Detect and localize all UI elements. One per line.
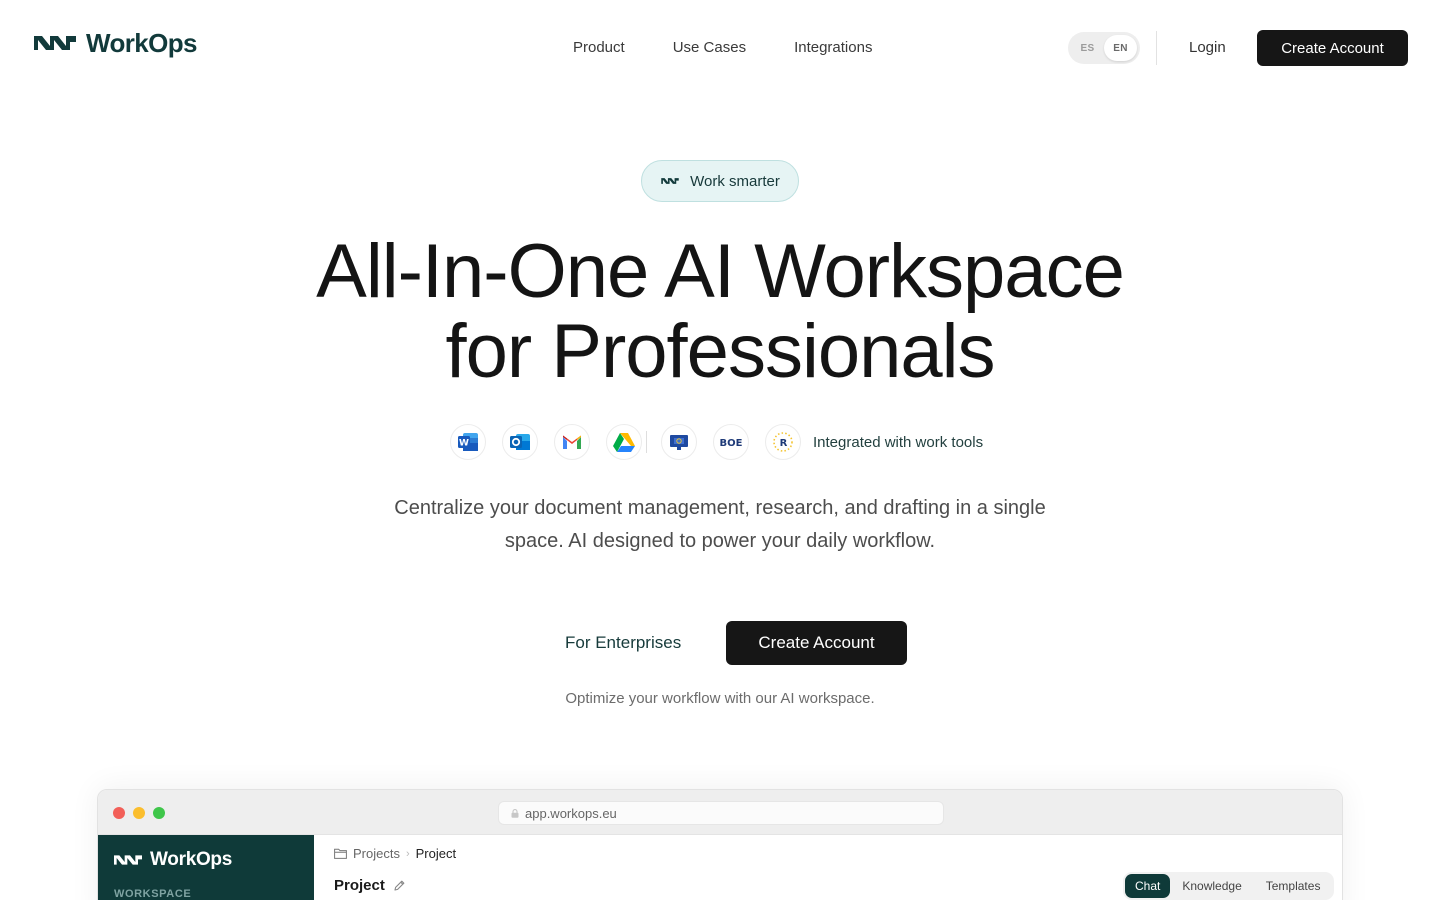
workops-logo-icon xyxy=(114,855,142,865)
language-option-en[interactable]: EN xyxy=(1104,35,1137,61)
language-option-es[interactable]: ES xyxy=(1071,35,1104,61)
chevron-right-icon: › xyxy=(405,847,410,860)
integrations-row: W BOE R Integrated with work tools xyxy=(450,424,983,460)
tab-knowledge[interactable]: Knowledge xyxy=(1170,874,1253,898)
work-smarter-badge: Work smarter xyxy=(641,160,799,202)
boe-icon: BOE xyxy=(713,424,749,460)
language-toggle: ES EN xyxy=(1068,32,1140,64)
svg-text:BOE: BOE xyxy=(720,438,743,449)
sidebar-brand: WorkOps xyxy=(112,849,232,871)
address-url: app.workops.eu xyxy=(525,805,617,821)
integrations-divider xyxy=(646,431,647,453)
integrations-label: Integrated with work tools xyxy=(813,433,984,451)
google-drive-icon xyxy=(606,424,642,460)
sidebar-brand-name: WorkOps xyxy=(150,849,233,870)
edit-pencil-icon[interactable] xyxy=(393,879,406,892)
hero-note: Optimize your workflow with our AI works… xyxy=(565,690,875,707)
sidebar-section-label: WORKSPACE xyxy=(114,888,192,900)
workops-logo-icon xyxy=(661,178,679,184)
breadcrumb: Projects › Project xyxy=(334,846,456,861)
project-header: Project xyxy=(334,877,406,894)
word-icon: W xyxy=(450,424,486,460)
outlook-icon xyxy=(502,424,538,460)
hero-title: All-In-One AI Workspace for Professional… xyxy=(0,232,1440,392)
tab-templates[interactable]: Templates xyxy=(1254,874,1333,898)
breadcrumb-projects[interactable]: Projects xyxy=(353,846,400,861)
project-tabs: Chat Knowledge Templates xyxy=(1123,872,1335,900)
hero-subtitle: Centralize your document management, res… xyxy=(394,497,1046,552)
hero-title-line-1: All-In-One AI Workspace xyxy=(316,229,1125,314)
eu-stars-icon: R xyxy=(765,424,801,460)
gmail-icon xyxy=(554,424,590,460)
app-main: Projects › Project Project Chat Knowledg… xyxy=(314,835,1342,900)
nav-create-account-button[interactable]: Create Account xyxy=(1257,30,1408,66)
top-navbar: WorkOps Product Use Cases Integrations E… xyxy=(0,0,1440,96)
svg-text:W: W xyxy=(459,439,469,449)
app-sidebar: WorkOps WORKSPACE xyxy=(98,835,314,900)
nav-divider xyxy=(1156,31,1157,65)
brand-logo[interactable]: WorkOps xyxy=(32,28,198,58)
badge-label: Work smarter xyxy=(690,172,780,190)
main-nav: Product Use Cases Integrations xyxy=(573,38,872,58)
eu-publications-icon xyxy=(661,424,697,460)
breadcrumb-project: Project xyxy=(415,846,457,861)
nav-use-cases[interactable]: Use Cases xyxy=(673,38,746,58)
nav-product[interactable]: Product xyxy=(573,38,625,58)
svg-text:R: R xyxy=(780,438,788,449)
for-enterprises-link[interactable]: For Enterprises xyxy=(565,632,681,654)
folder-icon xyxy=(334,848,347,859)
brand-name: WorkOps xyxy=(86,28,198,58)
window-maximize-dot xyxy=(153,807,165,819)
workops-logo-icon xyxy=(34,36,76,50)
window-minimize-dot xyxy=(133,807,145,819)
login-link[interactable]: Login xyxy=(1189,38,1226,58)
app-preview-window: app.workops.eu WorkOps WORKSPACE Project… xyxy=(97,789,1343,900)
address-bar: app.workops.eu xyxy=(498,801,944,825)
window-close-dot xyxy=(113,807,125,819)
hero-create-account-button[interactable]: Create Account xyxy=(726,621,907,665)
hero-title-line-2: for Professionals xyxy=(445,309,995,394)
window-titlebar: app.workops.eu xyxy=(98,790,1342,835)
nav-integrations[interactable]: Integrations xyxy=(794,38,872,58)
project-title: Project xyxy=(334,877,385,894)
lock-icon xyxy=(511,808,519,818)
tab-chat[interactable]: Chat xyxy=(1125,874,1171,898)
